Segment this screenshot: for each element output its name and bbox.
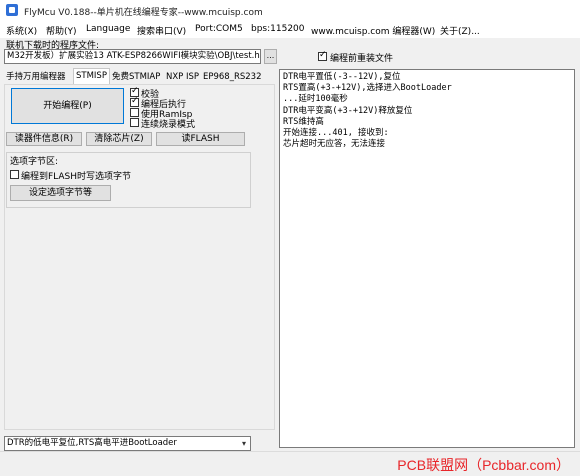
tab-ep968[interactable]: EP968_RS232: [201, 70, 264, 84]
tab-stmiap[interactable]: 免费STMIAP: [110, 70, 162, 84]
log-line: 芯片超时无应答，无法连接: [283, 139, 386, 150]
start-program-button[interactable]: 开始编程(P): [11, 88, 124, 124]
menu-bar: 系统(X) 帮助(Y) Language 搜索串口(V) Port:COM5 b…: [0, 22, 580, 38]
tab-nxp-isp[interactable]: NXP ISP: [164, 70, 201, 84]
read-info-button[interactable]: 读器件信息(R): [6, 132, 82, 146]
option-bytes-title: 选项字节区:: [10, 157, 59, 167]
menu-bps[interactable]: bps:115200: [251, 24, 305, 34]
continuous-checkbox[interactable]: [130, 118, 139, 127]
title-bar: FlyMcu V0.188--单片机在线编程专家--www.mcuisp.com: [0, 0, 580, 22]
run-after-checkbox[interactable]: [130, 96, 139, 107]
menu-language[interactable]: Language: [86, 24, 130, 34]
erase-chip-button[interactable]: 清除芯片(Z): [86, 132, 152, 146]
write-option-checkbox[interactable]: [10, 170, 19, 179]
menu-system[interactable]: 系统(X): [6, 24, 37, 37]
menu-help[interactable]: 帮助(Y): [46, 24, 77, 37]
log-output[interactable]: DTR电平置低(-3--12V),复位 RTS置高(+3-+12V),选择进入B…: [279, 69, 575, 448]
continuous-checkbox-label: 连续烧录模式: [141, 120, 196, 130]
write-option-checkbox-label: 编程到FLASH时写选项字节: [21, 172, 132, 182]
browse-button[interactable]: ...: [264, 49, 277, 64]
set-option-bytes-button[interactable]: 设定选项字节等: [10, 185, 111, 201]
read-flash-button[interactable]: 读FLASH: [156, 132, 245, 146]
ramisp-checkbox[interactable]: [130, 108, 139, 117]
menu-about[interactable]: 关于(Z)...: [440, 24, 480, 37]
log-line: RTS置高(+3-+12V),选择进入BootLoader: [283, 83, 452, 94]
log-line: DTR电平变高(+3-+12V)释放复位: [283, 105, 413, 116]
window-title: FlyMcu V0.188--单片机在线编程专家--www.mcuisp.com: [24, 8, 263, 18]
menu-search-port[interactable]: 搜索串口(V): [137, 24, 186, 37]
menu-programmer[interactable]: www.mcuisp.com 编程器(W): [311, 24, 435, 37]
tab-strip: 手持万用编程器 STMISP 免费STMIAP NXP ISP EP968_RS…: [4, 68, 276, 84]
reload-checkbox[interactable]: [318, 50, 327, 61]
app-icon: [6, 4, 18, 16]
log-line: 开始连接...401, 接收到:: [283, 128, 389, 139]
menu-port[interactable]: Port:COM5: [195, 24, 243, 34]
watermark: PCB联盟网（Pcbbar.com）: [397, 457, 570, 473]
log-line: DTR电平置低(-3--12V),复位: [283, 72, 401, 82]
log-line: ...延时100毫秒: [283, 94, 348, 105]
boot-mode-select[interactable]: DTR的低电平复位,RTS高电平进BootLoader: [4, 436, 251, 451]
reload-checkbox-label: 编程前重装文件: [330, 54, 394, 64]
file-path-input[interactable]: M32开发板）扩展实验13 ATK-ESP8266WIFI模块实验\OBJ\te…: [4, 49, 261, 64]
tab-stmisp[interactable]: STMISP: [73, 68, 110, 84]
tab-handheld[interactable]: 手持万用编程器: [4, 70, 68, 84]
chevron-down-icon[interactable]: ▾: [238, 438, 250, 449]
log-line: RTS维持高: [283, 116, 324, 127]
